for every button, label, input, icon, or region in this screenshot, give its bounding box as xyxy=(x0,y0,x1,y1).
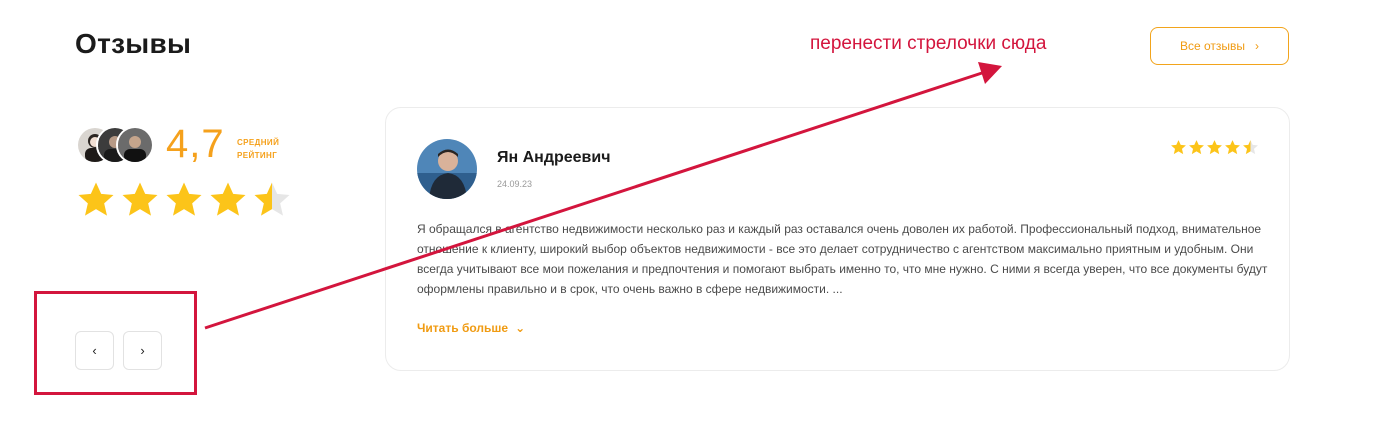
star-icon xyxy=(1189,140,1204,155)
reviewer-avatars xyxy=(76,126,156,164)
average-rating-value: 4,7 xyxy=(166,122,225,166)
star-icon xyxy=(1171,140,1186,155)
reviewer-name: Ян Андреевич xyxy=(497,149,611,166)
star-icon xyxy=(166,182,202,216)
chevron-right-icon: › xyxy=(140,343,145,358)
review-date: 24.09.23 xyxy=(497,179,533,189)
star-icon xyxy=(210,182,246,216)
annotation-highlight-box xyxy=(34,291,197,395)
chevron-down-icon: ⌄ xyxy=(515,321,526,335)
star-icon xyxy=(78,182,114,216)
chevron-right-icon: › xyxy=(1255,39,1260,53)
star-icon xyxy=(1225,140,1240,155)
next-button[interactable]: › xyxy=(123,331,162,370)
average-rating-caption: средний рейтинг xyxy=(237,136,279,162)
star-icon xyxy=(1243,140,1258,155)
star-icon xyxy=(254,182,290,216)
reviewer-avatar xyxy=(417,139,477,199)
section-title: Отзывы xyxy=(75,28,192,59)
caption-line-1: средний xyxy=(237,138,280,147)
star-icon xyxy=(1207,140,1222,155)
star-icon xyxy=(122,182,158,216)
chevron-left-icon: ‹ xyxy=(92,343,97,358)
average-rating-stars xyxy=(76,180,292,220)
review-text: Я обращался в агентство недвижимости нес… xyxy=(417,222,1268,296)
prev-button[interactable]: ‹ xyxy=(75,331,114,370)
all-reviews-button[interactable]: Все отзывы › xyxy=(1150,27,1289,65)
all-reviews-label: Все отзывы xyxy=(1179,39,1246,53)
annotation-note: перенести стрелочки сюда xyxy=(810,33,1047,54)
read-more-link[interactable]: Читать больше ⌄ xyxy=(417,321,525,335)
read-more-label: Читать больше xyxy=(417,321,509,335)
caption-line-2: рейтинг xyxy=(237,151,278,160)
avatar xyxy=(116,126,154,164)
review-rating-stars xyxy=(1170,139,1259,156)
